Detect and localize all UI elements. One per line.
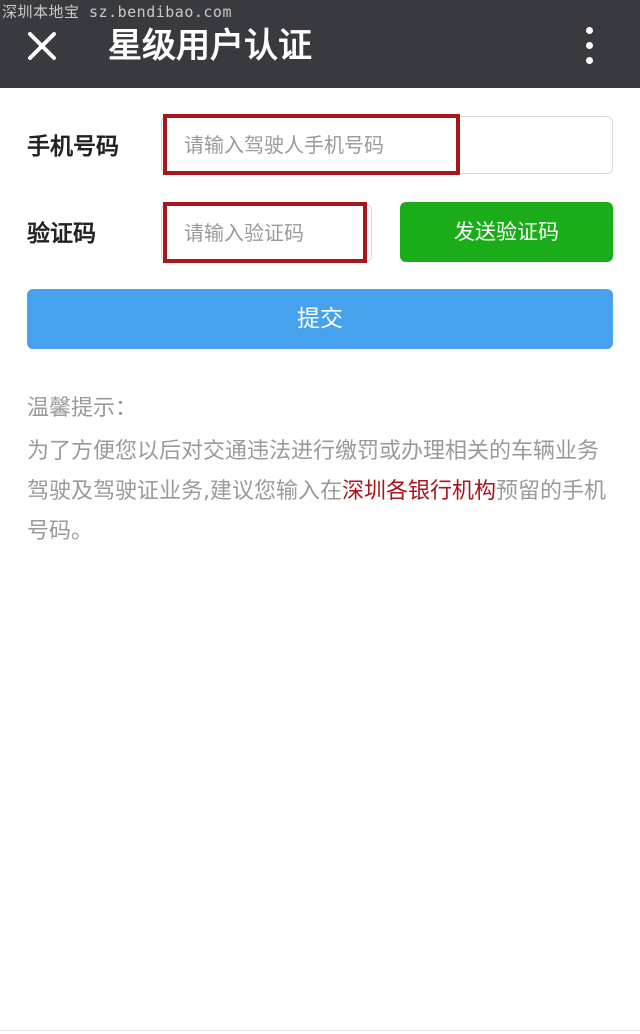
bank-institutions-link[interactable]: 深圳各银行机构 [342,479,496,504]
code-label: 验证码 [27,221,96,247]
phone-input[interactable] [161,116,613,174]
top-bar: 深圳本地宝 sz.bendibao.com 星级用户认证 [0,0,640,88]
bottom-divider [0,1030,640,1031]
watermark: 深圳本地宝 sz.bendibao.com [2,3,232,21]
page-title: 星级用户认证 [108,26,312,66]
submit-button[interactable]: 提交 [27,289,613,349]
verification-code-input[interactable] [161,204,372,262]
close-icon [28,32,56,60]
send-code-button[interactable]: 发送验证码 [400,202,613,262]
more-button[interactable] [566,22,614,68]
tip-title: 温馨提示： [27,396,138,421]
close-button[interactable] [20,24,64,68]
phone-label: 手机号码 [27,134,119,160]
tip-body: 为了方便您以后对交通违法进行缴罚或办理相关的车辆业务驾驶及驾驶证业务,建议您输入… [27,432,613,552]
